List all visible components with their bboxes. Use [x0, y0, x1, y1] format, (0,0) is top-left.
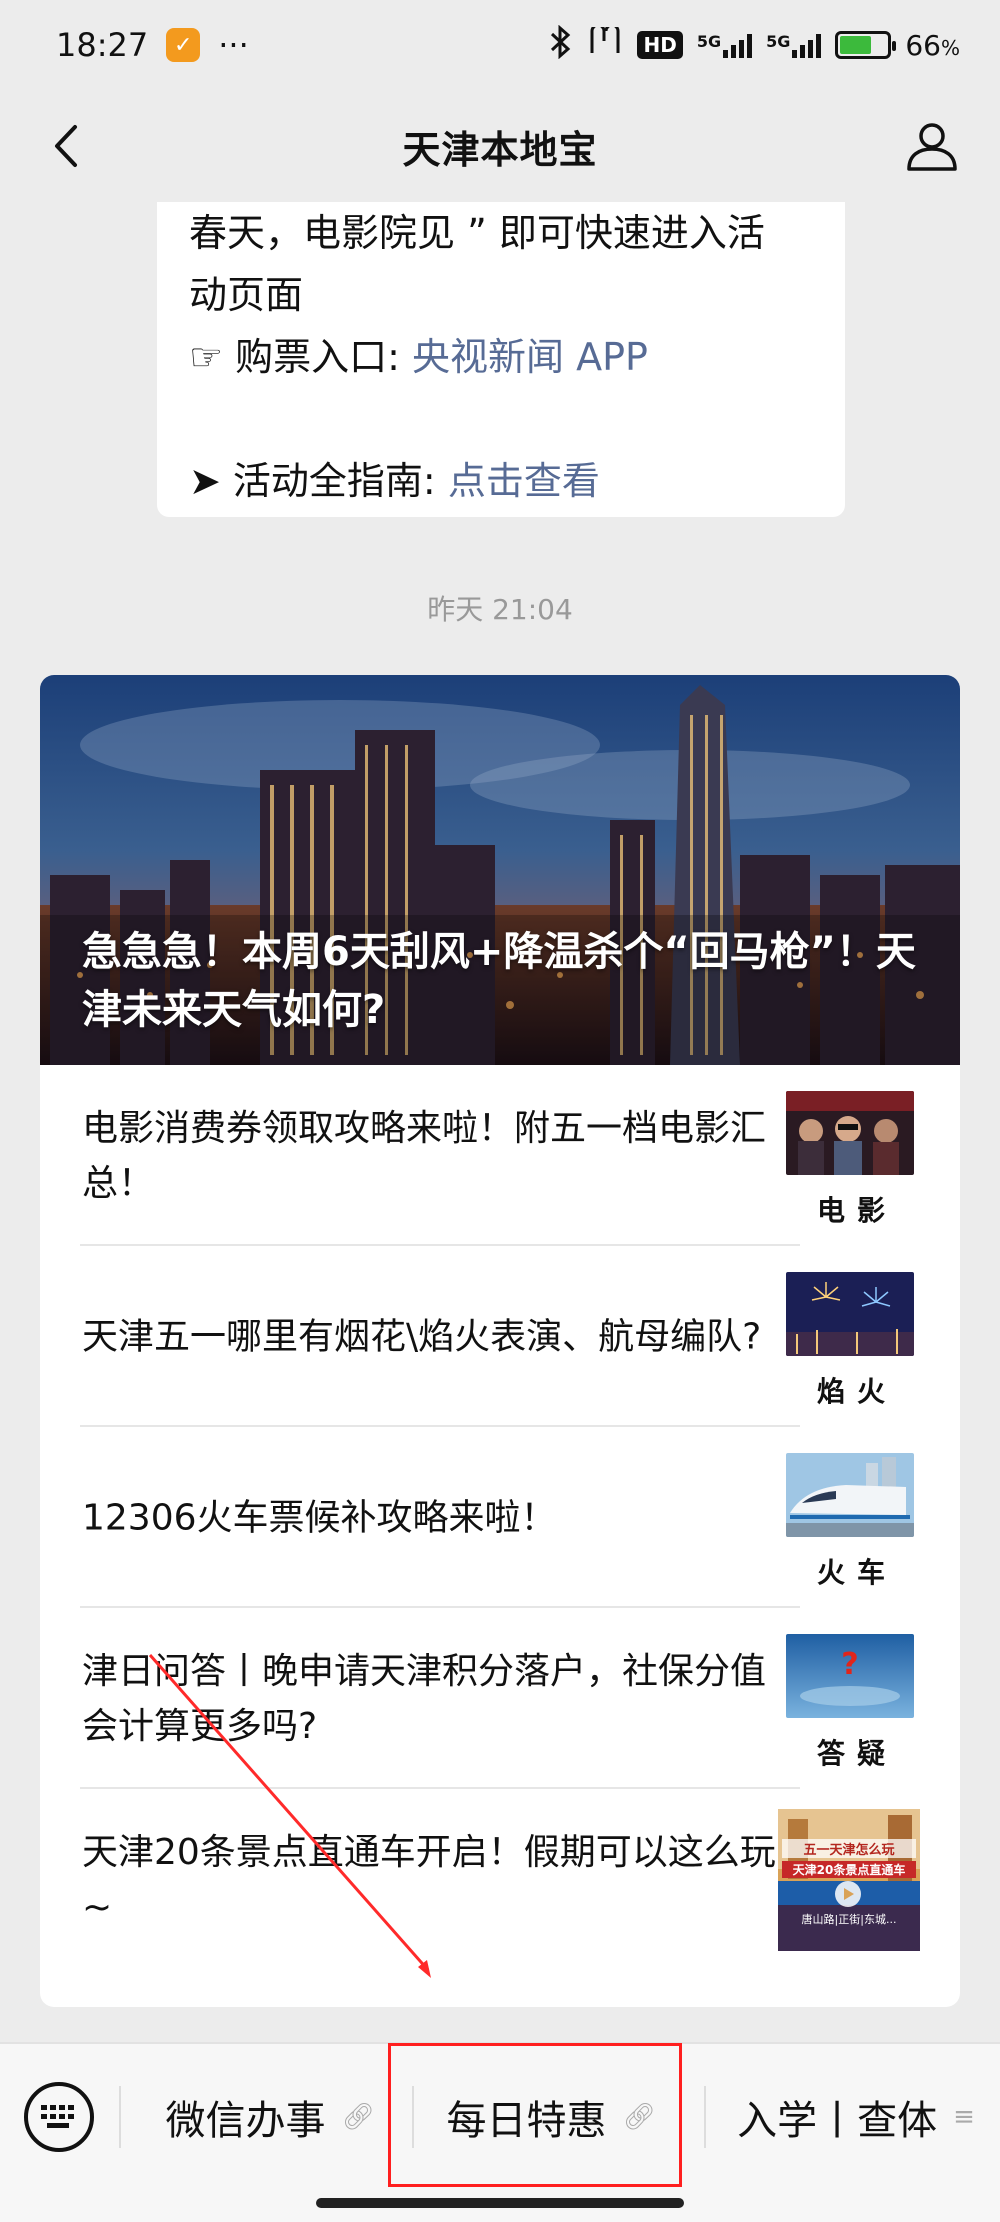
fireworks-image: [786, 1271, 914, 1356]
article-item-movie[interactable]: 电影消费券领取攻略来啦！附五一档电影汇总！ 电影: [40, 1065, 960, 1246]
battery-percent: 66%: [905, 29, 960, 62]
high-speed-train-image: [786, 1452, 914, 1537]
link-icon: 🔗︎: [341, 2102, 375, 2132]
thumbnail-label: 电影: [816, 1193, 897, 1227]
status-time: 18:27: [56, 26, 149, 64]
back-button[interactable]: [36, 116, 96, 176]
bluetooth-icon: [549, 24, 573, 66]
more-notifications-icon: ···: [218, 26, 249, 64]
prev-message-line-1: 春天，电影院见 ” 即可快速进入活: [189, 211, 765, 255]
guide-label: ➤ 活动全指南:: [189, 459, 448, 503]
battery-fill: [840, 36, 871, 54]
poster-text-3: 唐山路|正街|东城...: [801, 1912, 897, 1926]
article-card: 急急急！本周6天刮风+降温杀个“回马枪”！天津未来天气如何? 电影消费券领取攻略…: [40, 675, 960, 2007]
poster-text-2: 天津20条景点直通车: [782, 1860, 916, 1878]
menu-separator: [119, 2086, 121, 2148]
thumbnail-label: 答疑: [816, 1736, 897, 1770]
poster-text-1: 五一天津怎么玩: [782, 1838, 916, 1858]
article-item-train[interactable]: 12306火车票候补攻略来啦！ 火车: [40, 1427, 960, 1608]
article-item-title: 电影消费券领取攻略来啦！附五一档电影汇总！: [82, 1107, 767, 1204]
previous-message-card: 春天，电影院见 ” 即可快速进入活 动页面 ☞ 购票入口: 央视新闻 APP ➤…: [157, 202, 845, 517]
guide-link[interactable]: 点击查看: [448, 459, 600, 503]
article-item-scenic-bus[interactable]: 天津20条景点直通车开启！假期可以这么玩~ 五一天津怎么玩 天津20条景点直通车…: [40, 1789, 960, 1970]
chevron-left-icon: [55, 125, 77, 167]
svg-text:?: ?: [841, 1647, 858, 1682]
hero-article[interactable]: 急急急！本周6天刮风+降温杀个“回马枪”！天津未来天气如何?: [40, 675, 960, 1065]
ticket-entry-line: ☞ 购票入口: 央视新闻 APP: [189, 326, 813, 388]
ticket-entry-label: ☞ 购票入口:: [189, 335, 413, 379]
page-title: 天津本地宝: [402, 127, 598, 172]
scenic-poster-image: [778, 1808, 920, 1951]
battery-percent-unit: %: [940, 35, 960, 60]
signal-2: 5G: [766, 32, 822, 58]
article-thumbnail: 电影: [786, 1090, 916, 1227]
ticket-entry-link[interactable]: 央视新闻 APP: [412, 335, 648, 379]
hd-voice-badge: HD: [637, 31, 683, 59]
profile-button[interactable]: [900, 114, 964, 178]
thumbnail-label: 火车: [816, 1555, 897, 1589]
article-item-fireworks[interactable]: 天津五一哪里有烟花\焰火表演、航母编队? 焰火: [40, 1246, 960, 1427]
network-type-2: 5G: [766, 32, 791, 51]
signal-bars-2-icon: [792, 32, 822, 58]
prev-message-line-2: 动页面: [189, 273, 304, 317]
signal-bars-1-icon: [723, 32, 753, 58]
article-thumbnail: 焰火: [786, 1271, 916, 1408]
menu-item-label: 微信办事: [165, 2098, 326, 2144]
status-bar: 18:27 ✓ ··· HD 5G 5G 66%: [0, 0, 1000, 90]
earbuds-icon: [587, 23, 623, 64]
article-item-title: 津日问答丨晚申请天津积分落户，社保分值会计算更多吗?: [82, 1650, 767, 1747]
article-thumbnail: 火车: [786, 1452, 916, 1589]
network-type-1: 5G: [696, 32, 722, 51]
home-indicator[interactable]: [316, 2198, 684, 2208]
cinema-audience-image: [786, 1090, 914, 1175]
article-item-qa[interactable]: 津日问答丨晚申请天津积分落户，社保分值会计算更多吗? ? 答疑: [40, 1608, 960, 1789]
highlight-box: [388, 2043, 682, 2187]
submenu-icon: ≡: [953, 2102, 975, 2132]
guide-line: ➤ 活动全指南: 点击查看: [189, 450, 813, 512]
menu-separator: [704, 2086, 706, 2148]
article-item-title: 天津五一哪里有烟花\焰火表演、航母编队?: [82, 1316, 762, 1357]
article-item-title: 12306火车票候补攻略来啦！: [82, 1497, 557, 1538]
hero-article-title: 急急急！本周6天刮风+降温杀个“回马枪”！天津未来天气如何?: [82, 929, 916, 1033]
menu-item-wechat-services[interactable]: 微信办事 🔗︎: [130, 2074, 410, 2160]
keyboard-toggle-button[interactable]: [24, 2082, 94, 2152]
article-thumbnail: ? 答疑: [786, 1633, 916, 1770]
battery-icon: [835, 31, 897, 59]
article-item-title: 天津20条景点直通车开启！假期可以这么玩~: [82, 1831, 776, 1928]
keyboard-icon: [41, 2105, 74, 2128]
thumbnail-label: 焰火: [816, 1374, 897, 1408]
battery-percent-value: 66: [905, 28, 941, 62]
notification-app-icon: ✓: [166, 28, 201, 62]
menu-item-label: 入学丨查体: [737, 2098, 938, 2144]
person-icon: [907, 123, 957, 171]
menu-item-enrollment-checkup[interactable]: 入学丨查体 ≡: [712, 2074, 1000, 2160]
nav-bar: 天津本地宝: [0, 90, 1000, 202]
question-mark-image: ?: [786, 1633, 914, 1718]
article-thumbnail: 五一天津怎么玩 天津20条景点直通车 唐山路|正街|东城...: [778, 1808, 920, 1951]
signal-1: 5G: [696, 32, 753, 58]
message-timestamp: 昨天 21:04: [427, 593, 573, 626]
